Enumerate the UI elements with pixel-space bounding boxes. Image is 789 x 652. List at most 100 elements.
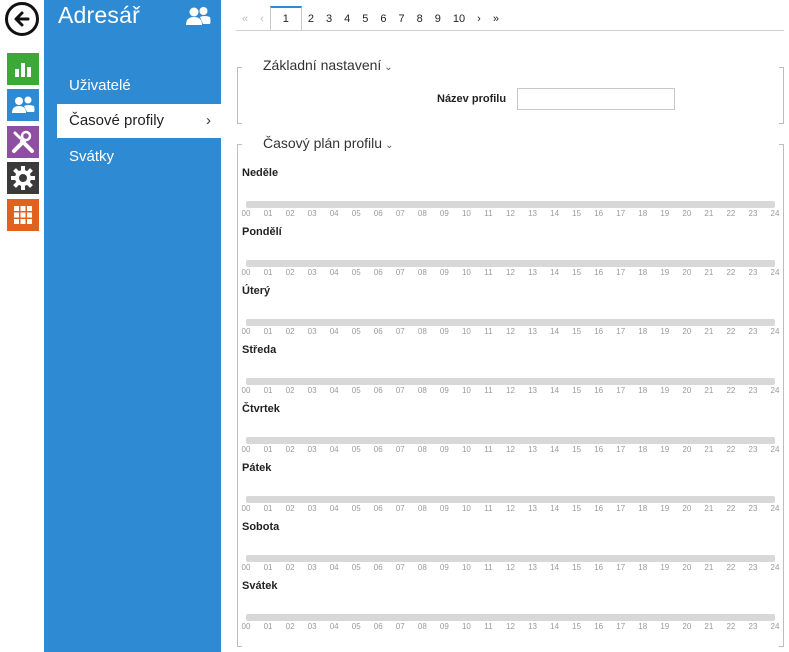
pager-page-1[interactable]: 1 — [269, 6, 302, 30]
hour-tick: 17 — [616, 563, 626, 572]
hour-tick: 04 — [329, 622, 339, 631]
hour-tick: 09 — [439, 445, 449, 454]
day-time-bar[interactable] — [246, 260, 775, 267]
hour-tick: 11 — [484, 563, 493, 572]
rail-directory-button[interactable] — [7, 89, 39, 121]
sidebar-item-users[interactable]: Uživatelé — [57, 69, 221, 103]
profile-name-input[interactable] — [517, 88, 675, 110]
pager-prev[interactable]: ‹ — [254, 8, 270, 30]
hour-tick: 01 — [263, 268, 273, 277]
hour-tick: 03 — [307, 563, 317, 572]
pager-page-8[interactable]: 8 — [411, 8, 429, 30]
hour-tick: 11 — [484, 504, 493, 513]
hour-tick: 16 — [594, 563, 604, 572]
pager-page-6[interactable]: 6 — [374, 8, 392, 30]
sidebar-item-label: Uživatelé — [69, 77, 131, 94]
day-time-bar[interactable] — [246, 614, 775, 621]
pager-next[interactable]: › — [471, 8, 487, 30]
back-button[interactable] — [5, 2, 39, 36]
hour-tick: 23 — [748, 268, 758, 277]
hour-tick: 10 — [461, 327, 471, 336]
hour-tick: 08 — [417, 563, 427, 572]
hour-tick: 01 — [263, 563, 273, 572]
hour-tick: 23 — [748, 622, 758, 631]
hour-tick: 17 — [616, 386, 626, 395]
sidebar-item-time-profiles[interactable]: Časové profily › — [57, 104, 221, 138]
hour-tick: 17 — [616, 268, 626, 277]
hour-tick: 20 — [682, 504, 692, 513]
hour-tick: 21 — [704, 563, 714, 572]
sidebar-item-holidays[interactable]: Svátky — [57, 140, 221, 174]
chevron-down-icon: ⌄ — [385, 140, 394, 151]
rail-status-button[interactable] — [7, 53, 39, 85]
hour-tick: 08 — [417, 622, 427, 631]
hour-tick: 00 — [241, 209, 251, 218]
users-icon — [12, 96, 35, 113]
hour-tick: 09 — [439, 504, 449, 513]
pager-page-4[interactable]: 4 — [338, 8, 356, 30]
hour-tick: 18 — [638, 622, 648, 631]
hour-tick: 05 — [351, 622, 361, 631]
hour-tick: 02 — [285, 386, 295, 395]
pager-page-7[interactable]: 7 — [393, 8, 411, 30]
hour-tick: 19 — [660, 209, 670, 218]
hour-tick: 21 — [704, 622, 714, 631]
pager-page-9[interactable]: 9 — [429, 8, 447, 30]
hour-tick: 03 — [307, 386, 317, 395]
hour-tick: 16 — [594, 209, 604, 218]
hour-tick: 20 — [682, 622, 692, 631]
rail-hardware-button[interactable] — [7, 126, 39, 158]
hour-tick: 12 — [506, 622, 515, 631]
hour-tick: 04 — [329, 445, 339, 454]
day-label: Pondělí — [242, 226, 282, 238]
hour-tick: 13 — [528, 386, 537, 395]
grid-icon — [14, 206, 32, 224]
day-time-bar[interactable] — [246, 496, 775, 503]
hour-tick: 19 — [660, 268, 670, 277]
hour-tick: 16 — [594, 268, 604, 277]
hour-tick: 02 — [285, 209, 295, 218]
hour-tick: 13 — [528, 445, 537, 454]
hour-tick: 15 — [572, 327, 582, 336]
day-time-bar[interactable] — [246, 437, 775, 444]
basic-settings-title[interactable]: Základní nastavení ⌄ — [263, 57, 393, 73]
hour-tick: 14 — [550, 327, 560, 336]
hour-tick: 07 — [395, 268, 405, 277]
day-time-bar[interactable] — [246, 378, 775, 385]
sidebar-item-label: Časové profily — [69, 112, 165, 129]
day-label: Svátek — [242, 580, 278, 592]
hour-tick: 04 — [329, 386, 339, 395]
hour-tick: 14 — [550, 622, 560, 631]
hour-tick: 19 — [660, 386, 670, 395]
hour-tick: 22 — [726, 268, 736, 277]
hour-tick: 11 — [484, 209, 493, 218]
hour-tick: 17 — [616, 504, 626, 513]
hour-tick: 00 — [241, 268, 251, 277]
section-border-left — [237, 67, 242, 124]
pager-page-10[interactable]: 10 — [447, 8, 471, 30]
pager-page-2[interactable]: 2 — [302, 8, 320, 30]
pager-page-5[interactable]: 5 — [356, 8, 374, 30]
hour-tick: 07 — [395, 622, 405, 631]
rail-services-button[interactable] — [7, 199, 39, 231]
hour-tick: 02 — [285, 327, 295, 336]
rail-settings-button[interactable] — [7, 162, 39, 194]
hour-tick: 06 — [373, 209, 383, 218]
day-time-bar[interactable] — [246, 201, 775, 208]
hour-tick: 11 — [484, 386, 493, 395]
hour-tick: 24 — [770, 622, 780, 631]
pager-last[interactable]: » — [487, 8, 505, 30]
pager-page-3[interactable]: 3 — [320, 8, 338, 30]
hour-tick: 20 — [682, 386, 692, 395]
day-time-bar[interactable] — [246, 319, 775, 326]
hour-tick: 15 — [572, 445, 582, 454]
hour-tick: 07 — [395, 327, 405, 336]
pager-first[interactable]: « — [236, 8, 254, 30]
hour-tick: 05 — [351, 209, 361, 218]
hour-tick: 13 — [528, 622, 537, 631]
hour-tick: 02 — [285, 622, 295, 631]
hour-tick: 05 — [351, 504, 361, 513]
hour-tick: 17 — [616, 209, 626, 218]
schedule-title[interactable]: Časový plán profilu ⌄ — [263, 135, 393, 151]
day-time-bar[interactable] — [246, 555, 775, 562]
